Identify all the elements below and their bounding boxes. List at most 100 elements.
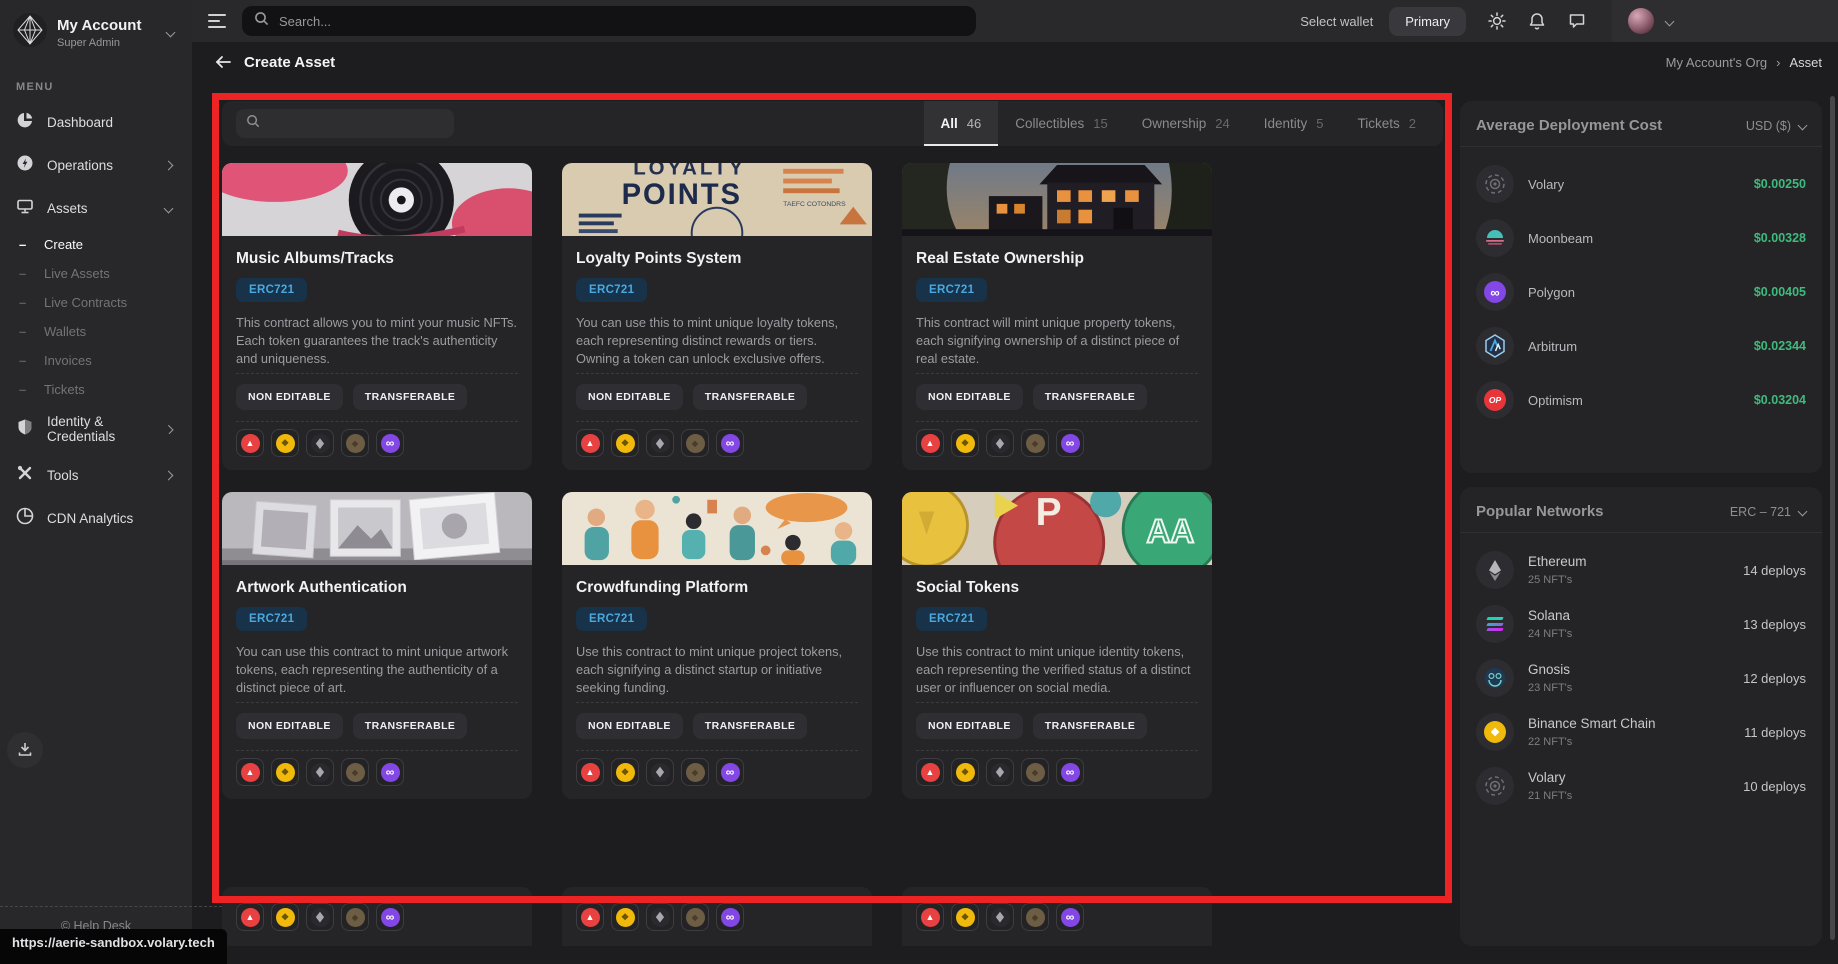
template-card-music[interactable]: Music Albums/Tracks ERC721 This contract… [222, 163, 532, 470]
ethereum-icon[interactable]: ◆ [306, 429, 334, 457]
divider [576, 750, 858, 751]
tab-identity[interactable]: Identity5 [1247, 101, 1341, 146]
polygon-icon[interactable]: ∞ [1056, 903, 1084, 931]
card-description: You can use this contract to mint unique… [236, 643, 518, 697]
sidebar-item-wallets[interactable]: –Wallets [0, 317, 192, 346]
binance-icon[interactable]: ❖ [271, 903, 299, 931]
account-switcher[interactable]: My Account Super Admin [0, 0, 192, 61]
download-button[interactable] [7, 732, 43, 768]
ethereum-icon[interactable]: ◆ [986, 903, 1014, 931]
avalanche-icon[interactable]: ▲ [916, 758, 944, 786]
binance-icon[interactable]: ❖ [951, 758, 979, 786]
template-card-partial[interactable]: ▲ ❖ ◆ ◆ ∞ [562, 887, 872, 946]
sidebar-item-invoices[interactable]: –Invoices [0, 346, 192, 375]
global-search-input[interactable] [279, 14, 964, 29]
messages-chat-icon[interactable] [1568, 12, 1586, 30]
scrollbar[interactable] [1830, 96, 1835, 940]
user-menu[interactable] [1612, 0, 1838, 42]
binance-icon[interactable]: ❖ [271, 758, 299, 786]
tab-ownership[interactable]: Ownership24 [1125, 101, 1247, 146]
polygon-icon[interactable]: ∞ [716, 758, 744, 786]
tab-label: Tickets [1358, 116, 1400, 131]
sidebar-item-tools[interactable]: Tools [0, 454, 192, 497]
sidebar-item-live-contracts[interactable]: –Live Contracts [0, 288, 192, 317]
avalanche-icon[interactable]: ▲ [576, 429, 604, 457]
klaytn-icon[interactable]: ◆ [1021, 429, 1049, 457]
tab-all[interactable]: All46 [924, 101, 999, 146]
klaytn-icon[interactable]: ◆ [681, 429, 709, 457]
network-nft-count: 24 NFT's [1528, 628, 1572, 640]
binance-icon[interactable]: ❖ [611, 903, 639, 931]
card-description: You can use this to mint unique loyalty … [576, 314, 858, 368]
klaytn-icon[interactable]: ◆ [681, 903, 709, 931]
back-button[interactable] [214, 54, 232, 70]
sidebar-item-tickets[interactable]: –Tickets [0, 375, 192, 404]
tab-tickets[interactable]: Tickets2 [1341, 101, 1434, 146]
avalanche-icon[interactable]: ▲ [236, 903, 264, 931]
polygon-icon[interactable]: ∞ [376, 903, 404, 931]
sidebar-item-identity-credentials[interactable]: Identity & Credentials [0, 404, 192, 454]
wallet-primary-button[interactable]: Primary [1389, 7, 1466, 36]
binance-icon[interactable]: ❖ [611, 429, 639, 457]
polygon-icon[interactable]: ∞ [376, 758, 404, 786]
card-title: Crowdfunding Platform [576, 579, 858, 597]
ethereum-icon[interactable]: ◆ [986, 429, 1014, 457]
select-wallet-label[interactable]: Select wallet [1300, 14, 1373, 29]
template-card-crowdfunding[interactable]: Crowdfunding Platform ERC721 Use this co… [562, 492, 872, 799]
card-image-crowd-illustration [562, 492, 872, 565]
avalanche-icon[interactable]: ▲ [236, 758, 264, 786]
ethereum-icon[interactable]: ◆ [646, 429, 674, 457]
network-price: $0.00405 [1754, 285, 1806, 299]
template-card-loyalty[interactable]: LOYALTYPOINTSTAEFC COTONDRS Loyalty Poin… [562, 163, 872, 470]
ethereum-icon[interactable]: ◆ [986, 758, 1014, 786]
avalanche-icon[interactable]: ▲ [916, 429, 944, 457]
polygon-icon[interactable]: ∞ [1056, 429, 1084, 457]
svg-text:LOYALTY: LOYALTY [633, 163, 745, 180]
sidebar-item-live-assets[interactable]: –Live Assets [0, 259, 192, 288]
svg-text:P: P [1036, 492, 1062, 534]
klaytn-icon[interactable]: ◆ [1021, 758, 1049, 786]
template-card-real-estate[interactable]: Real Estate Ownership ERC721 This contra… [902, 163, 1212, 470]
arbitrum-icon [1476, 327, 1514, 365]
asset-search-input[interactable] [269, 116, 445, 131]
ethereum-icon[interactable]: ◆ [646, 903, 674, 931]
polygon-icon[interactable]: ∞ [716, 429, 744, 457]
avalanche-icon[interactable]: ▲ [576, 758, 604, 786]
notifications-bell-icon[interactable] [1528, 12, 1546, 30]
ethereum-icon[interactable]: ◆ [306, 903, 334, 931]
template-card-social[interactable]: PAA Social Tokens ERC721 Use this contra… [902, 492, 1212, 799]
binance-icon[interactable]: ❖ [611, 758, 639, 786]
breadcrumb-parent[interactable]: My Account's Org [1666, 55, 1767, 70]
sidebar-item-create[interactable]: –Create [0, 230, 192, 259]
klaytn-icon[interactable]: ◆ [341, 903, 369, 931]
template-card-partial[interactable]: ▲ ❖ ◆ ◆ ∞ [222, 887, 532, 946]
klaytn-icon[interactable]: ◆ [1021, 903, 1049, 931]
erc-filter-selector[interactable]: ERC – 721 [1730, 505, 1806, 519]
avalanche-icon[interactable]: ▲ [576, 903, 604, 931]
binance-icon[interactable]: ❖ [271, 429, 299, 457]
hamburger-menu-icon[interactable] [208, 14, 226, 28]
sidebar-item-dashboard[interactable]: Dashboard [0, 101, 192, 144]
sidebar-item-operations[interactable]: Operations [0, 144, 192, 187]
avalanche-icon[interactable]: ▲ [236, 429, 264, 457]
ethereum-icon[interactable]: ◆ [646, 758, 674, 786]
klaytn-icon[interactable]: ◆ [681, 758, 709, 786]
polygon-icon[interactable]: ∞ [376, 429, 404, 457]
ethereum-icon[interactable]: ◆ [306, 758, 334, 786]
avalanche-icon[interactable]: ▲ [916, 903, 944, 931]
currency-selector[interactable]: USD ($) [1746, 119, 1806, 133]
template-card-partial[interactable]: ▲ ❖ ◆ ◆ ∞ [902, 887, 1212, 946]
klaytn-icon[interactable]: ◆ [341, 758, 369, 786]
theme-sun-icon[interactable] [1488, 12, 1506, 30]
klaytn-icon[interactable]: ◆ [341, 429, 369, 457]
binance-icon[interactable]: ❖ [951, 903, 979, 931]
polygon-icon[interactable]: ∞ [1056, 758, 1084, 786]
template-card-artwork[interactable]: Artwork Authentication ERC721 You can us… [222, 492, 532, 799]
sidebar-item-label: Identity & Credentials [47, 414, 153, 444]
sidebar-item-assets[interactable]: Assets [0, 187, 192, 230]
card-title: Real Estate Ownership [916, 250, 1198, 268]
tab-collectibles[interactable]: Collectibles15 [998, 101, 1125, 146]
sidebar-item-cdn-analytics[interactable]: CDN Analytics [0, 497, 192, 540]
binance-icon[interactable]: ❖ [951, 429, 979, 457]
polygon-icon[interactable]: ∞ [716, 903, 744, 931]
